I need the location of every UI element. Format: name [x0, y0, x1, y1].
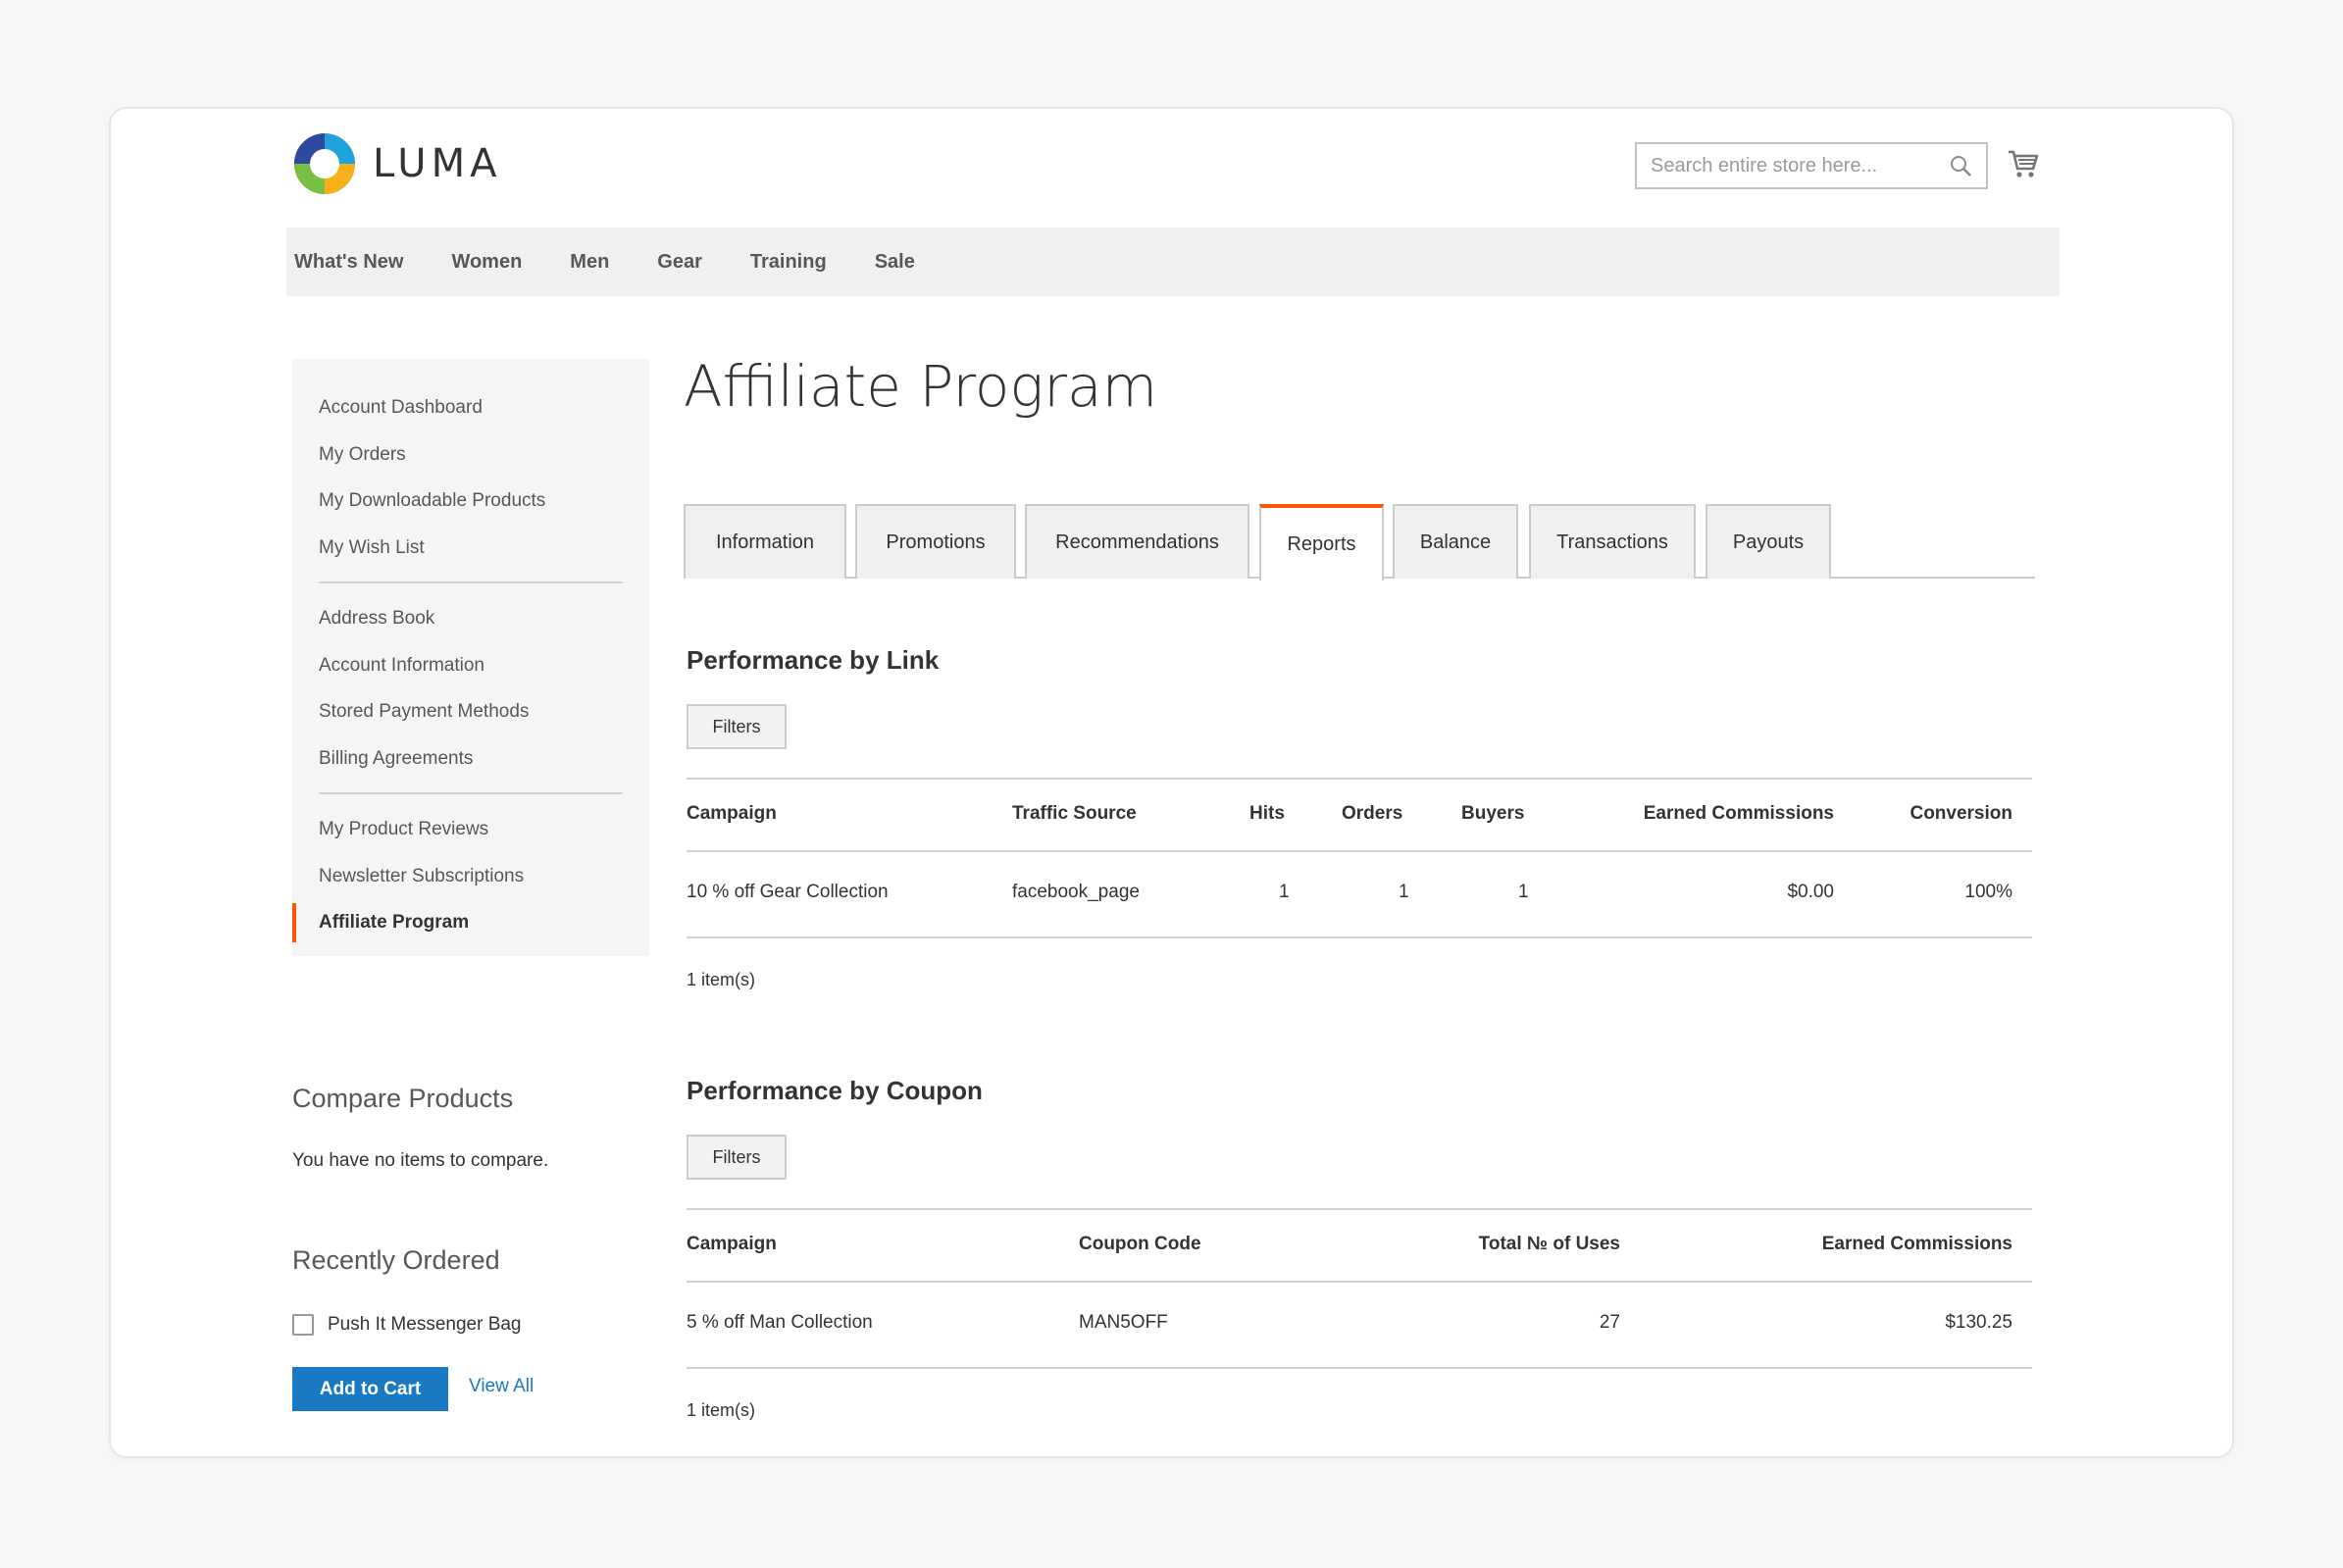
- page-title: Affiliate Program: [684, 353, 1158, 420]
- recently-ordered-title: Recently Ordered: [292, 1245, 500, 1275]
- table-cell-earned-commissions: $130.25: [1945, 1312, 2012, 1333]
- table-cell-conversion: 100%: [1964, 882, 2012, 902]
- sidebar-item-wish-list[interactable]: My Wish List: [292, 525, 649, 572]
- search-box[interactable]: [1635, 142, 1988, 189]
- table-cell-coupon-code: MAN5OFF: [1079, 1312, 1168, 1333]
- sidebar-item-my-orders[interactable]: My Orders: [292, 431, 649, 479]
- link-item-count: 1 item(s): [687, 970, 756, 989]
- sidebar-item-downloadable-products[interactable]: My Downloadable Products: [292, 478, 649, 525]
- table-border: [687, 936, 2032, 938]
- table-cell-hits: 1: [1279, 882, 1290, 902]
- sidebar-item-account-dashboard[interactable]: Account Dashboard: [292, 384, 649, 431]
- column-header-earned-commissions: Earned Commissions: [1821, 1234, 2012, 1254]
- table-cell-buyers: 1: [1518, 882, 1529, 902]
- view-all-link[interactable]: View All: [469, 1376, 534, 1397]
- coupon-item-count: 1 item(s): [687, 1400, 756, 1420]
- recent-item: Push It Messenger Bag: [292, 1314, 522, 1336]
- sidebar-item-account-information[interactable]: Account Information: [292, 642, 649, 689]
- nav-item-gear[interactable]: Gear: [657, 251, 702, 274]
- nav-item-training[interactable]: Training: [750, 251, 827, 274]
- nav-item-whats-new[interactable]: What's New: [294, 251, 403, 274]
- coupon-performance-table: Campaign Coupon Code Total № of Uses Ear…: [687, 1208, 2032, 1369]
- recent-item-checkbox[interactable]: [292, 1314, 314, 1336]
- logo[interactable]: LUMA: [292, 131, 501, 196]
- affiliate-tabs: Information Promotions Recommendations R…: [684, 504, 2035, 581]
- column-header-campaign: Campaign: [687, 803, 777, 824]
- sidebar-divider: [319, 792, 623, 794]
- coupon-filters-button[interactable]: Filters: [687, 1135, 787, 1180]
- sidebar-item-billing-agreements[interactable]: Billing Agreements: [292, 735, 649, 783]
- recent-item-label: Push It Messenger Bag: [328, 1314, 522, 1335]
- main-navigation: What's New Women Men Gear Training Sale: [286, 228, 2060, 296]
- column-header-campaign: Campaign: [687, 1234, 777, 1254]
- table-border: [687, 1367, 2032, 1369]
- performance-by-coupon-title: Performance by Coupon: [687, 1076, 983, 1105]
- column-header-coupon-code: Coupon Code: [1079, 1234, 1201, 1254]
- tab-transactions[interactable]: Transactions: [1529, 504, 1696, 579]
- table-cell-campaign: 5 % off Man Collection: [687, 1312, 873, 1333]
- table-cell-earned-commissions: $0.00: [1787, 882, 1834, 902]
- luma-logo-icon: [294, 133, 355, 194]
- table-border: [687, 1281, 2032, 1283]
- table-cell-total-uses: 27: [1599, 1312, 1620, 1333]
- compare-empty-text: You have no items to compare.: [292, 1150, 549, 1171]
- column-header-earned-commissions: Earned Commissions: [1643, 803, 1834, 824]
- table-cell-orders: 1: [1399, 882, 1409, 902]
- sidebar-item-address-book[interactable]: Address Book: [292, 595, 649, 642]
- tab-information[interactable]: Information: [684, 504, 846, 579]
- compare-products-title: Compare Products: [292, 1084, 514, 1113]
- nav-item-men[interactable]: Men: [570, 251, 609, 274]
- tab-balance[interactable]: Balance: [1393, 504, 1518, 579]
- table-border: [687, 850, 2032, 852]
- link-performance-table: Campaign Traffic Source Hits Orders Buye…: [687, 778, 2032, 938]
- table-border: [687, 778, 2032, 780]
- table-cell-campaign: 10 % off Gear Collection: [687, 882, 889, 902]
- account-sidebar: Account Dashboard My Orders My Downloada…: [292, 359, 649, 956]
- sidebar-item-newsletter-subscriptions[interactable]: Newsletter Subscriptions: [292, 853, 649, 900]
- sidebar-divider: [319, 582, 623, 583]
- tab-recommendations[interactable]: Recommendations: [1025, 504, 1249, 579]
- column-header-total-uses: Total № of Uses: [1478, 1234, 1620, 1254]
- column-header-hits: Hits: [1249, 803, 1285, 824]
- tab-reports[interactable]: Reports: [1259, 504, 1384, 581]
- add-to-cart-button[interactable]: Add to Cart: [292, 1367, 448, 1411]
- tab-payouts[interactable]: Payouts: [1706, 504, 1831, 579]
- sidebar-item-product-reviews[interactable]: My Product Reviews: [292, 806, 649, 853]
- column-header-orders: Orders: [1342, 803, 1403, 824]
- logo-text: LUMA: [373, 141, 502, 186]
- sidebar-item-affiliate-program[interactable]: Affiliate Program: [292, 899, 649, 946]
- nav-item-sale[interactable]: Sale: [875, 251, 915, 274]
- search-icon[interactable]: [1949, 154, 1972, 177]
- search-input[interactable]: [1651, 154, 1949, 177]
- nav-item-women[interactable]: Women: [451, 251, 522, 274]
- column-header-traffic-source: Traffic Source: [1012, 803, 1137, 824]
- table-border: [687, 1208, 2032, 1210]
- column-header-buyers: Buyers: [1461, 803, 1525, 824]
- link-filters-button[interactable]: Filters: [687, 704, 787, 749]
- sidebar-item-stored-payment-methods[interactable]: Stored Payment Methods: [292, 688, 649, 735]
- cart-icon[interactable]: [2007, 147, 2040, 180]
- tab-promotions[interactable]: Promotions: [855, 504, 1016, 579]
- table-cell-traffic-source: facebook_page: [1012, 882, 1140, 902]
- performance-by-link-title: Performance by Link: [687, 645, 940, 675]
- column-header-conversion: Conversion: [1910, 803, 2012, 824]
